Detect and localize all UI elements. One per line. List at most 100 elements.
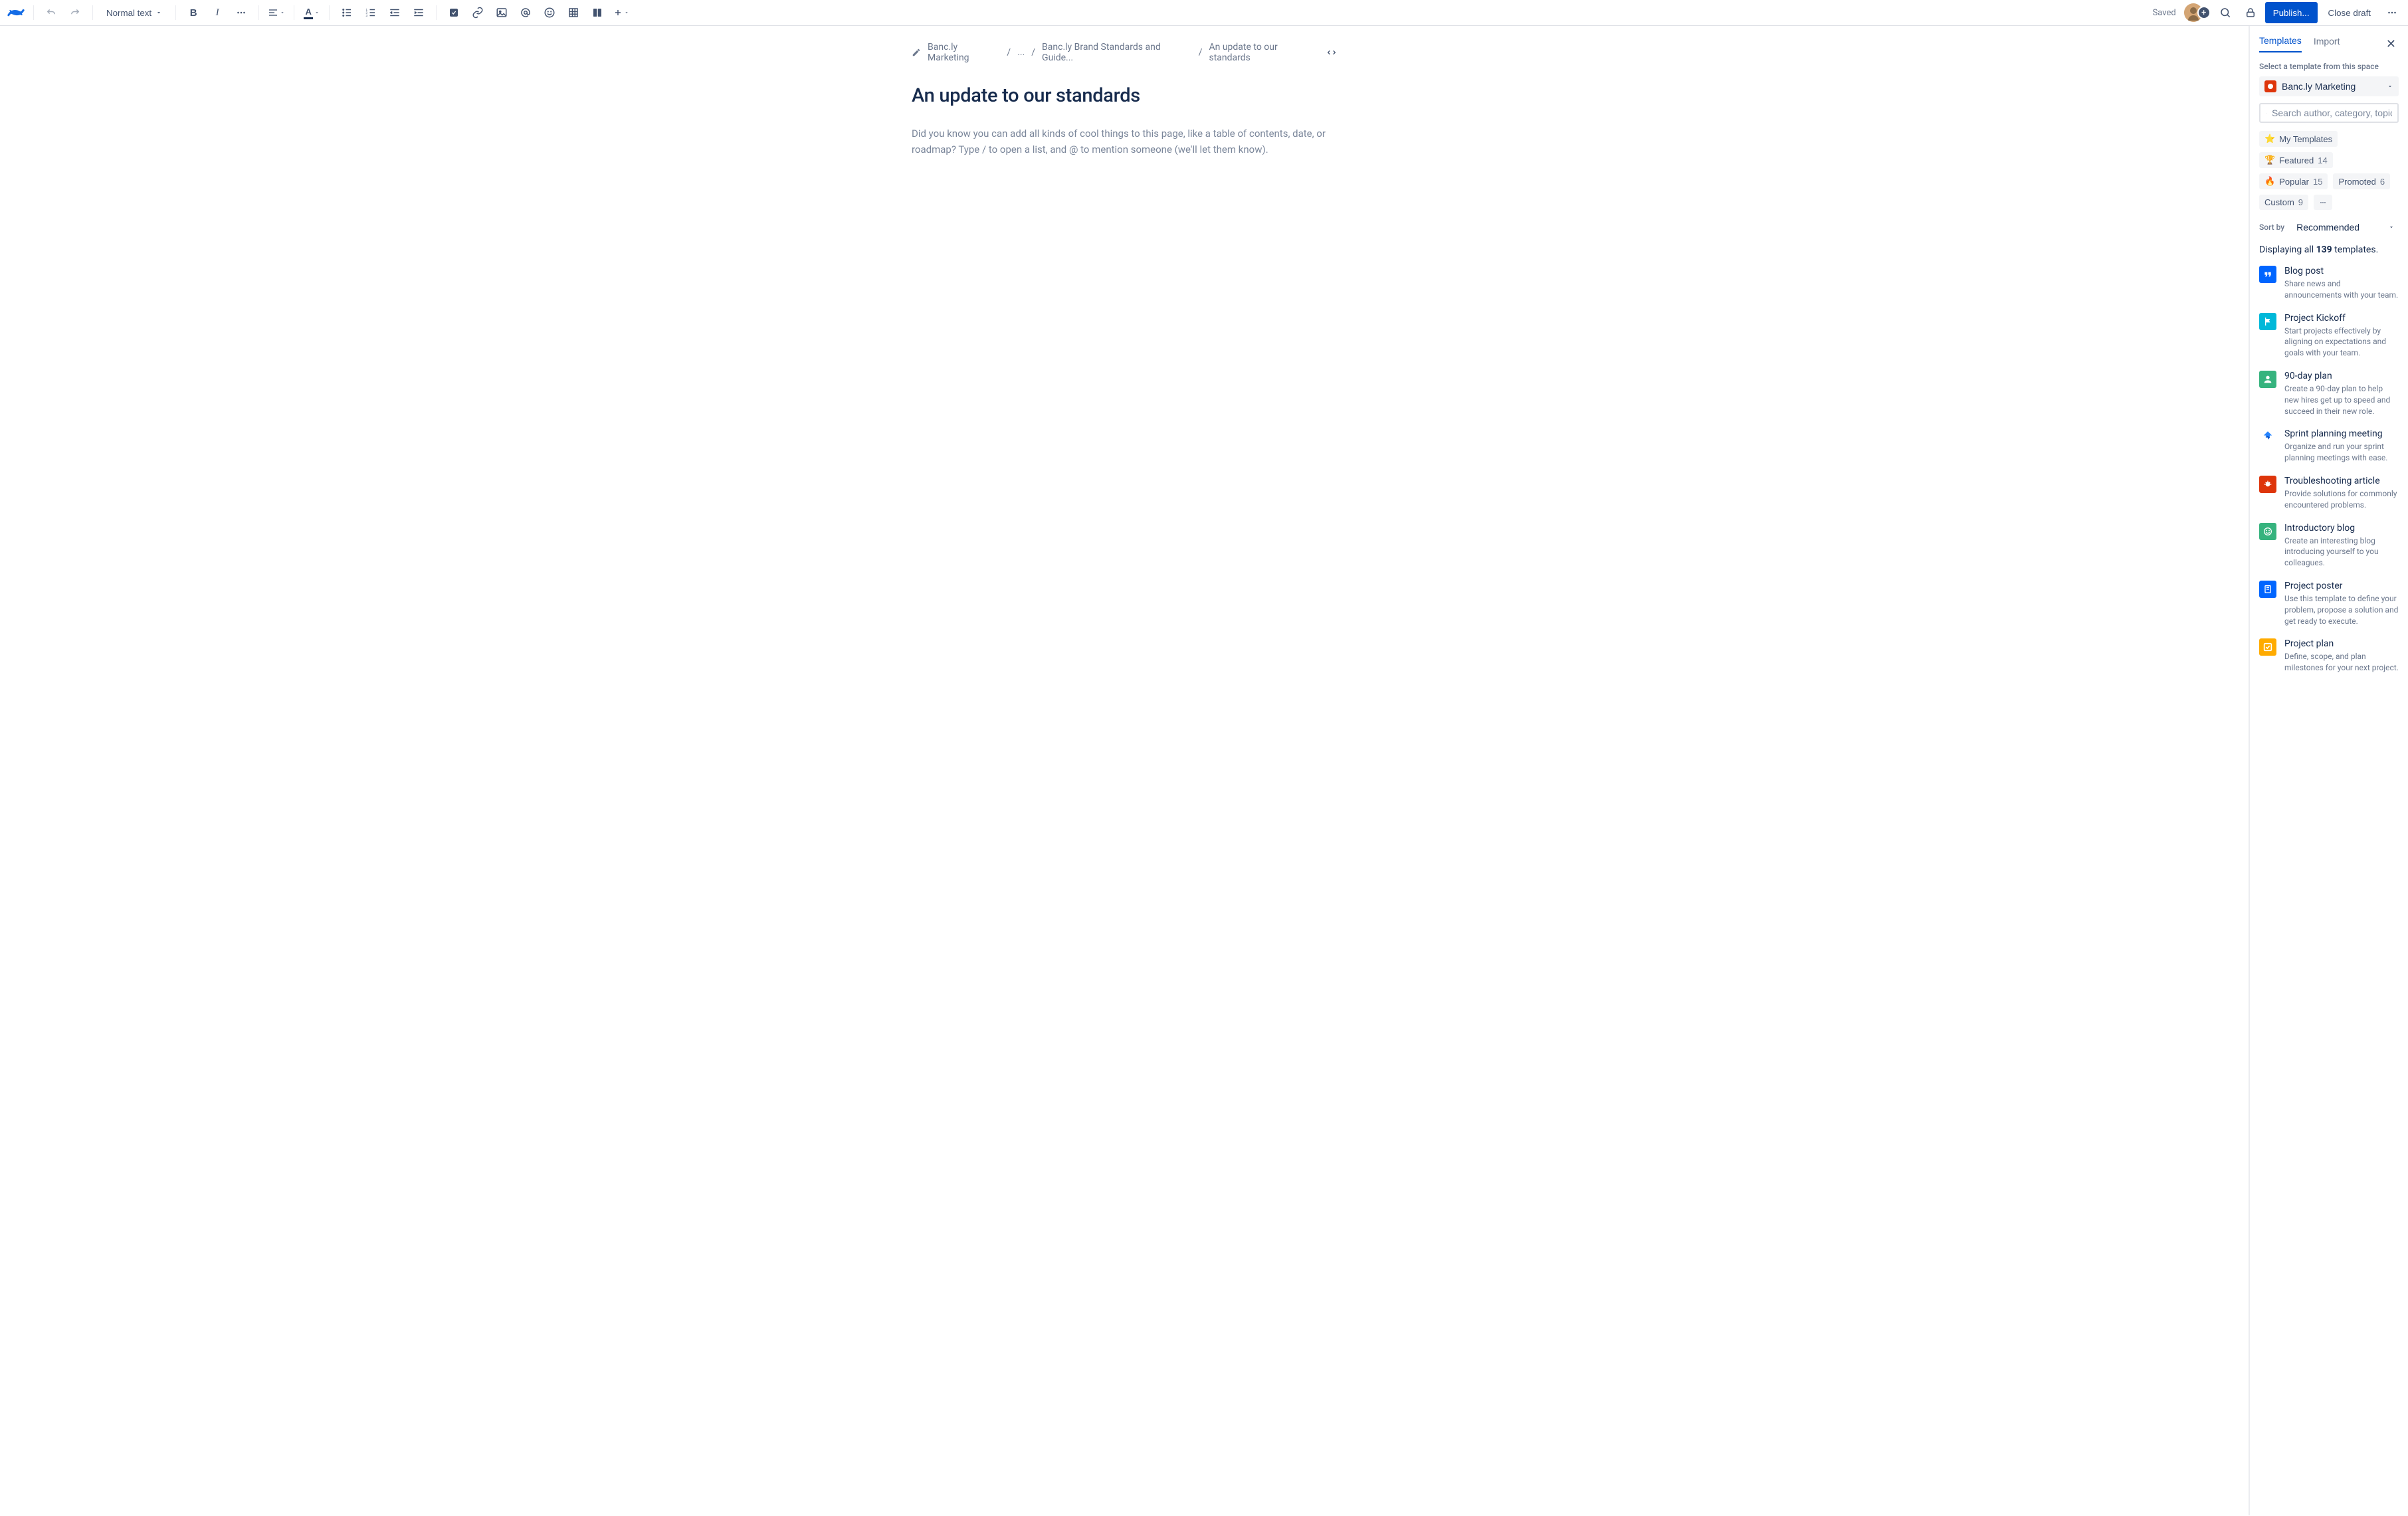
filter-chips: ⭐My Templates 🏆Featured14 🔥Popular15 Pro… <box>2259 131 2399 210</box>
mention-button[interactable] <box>515 2 536 23</box>
template-search-input[interactable] <box>2272 108 2392 118</box>
undo-button[interactable] <box>41 2 62 23</box>
template-item[interactable]: Troubleshooting article Provide solution… <box>2259 476 2399 511</box>
template-title: Troubleshooting article <box>2284 476 2399 486</box>
breadcrumb-item-1[interactable]: ... <box>1017 47 1025 58</box>
template-desc: Create an interesting blog introducing y… <box>2284 535 2399 569</box>
template-title: Project Kickoff <box>2284 313 2399 324</box>
toolbar-separator <box>175 5 176 20</box>
page-more-button[interactable] <box>2381 2 2403 23</box>
template-desc: Start projects effectively by aligning o… <box>2284 326 2399 359</box>
template-title: Introductory blog <box>2284 523 2399 533</box>
bold-button[interactable]: B <box>183 2 204 23</box>
panel-close-button[interactable]: ✕ <box>2383 36 2399 52</box>
template-icon <box>2259 638 2276 656</box>
chevron-down-icon <box>2387 83 2393 90</box>
tab-templates[interactable]: Templates <box>2259 35 2302 52</box>
content-area: Banc.ly Marketing / ... / Banc.ly Brand … <box>0 26 2408 1515</box>
svg-text:3: 3 <box>366 14 368 17</box>
text-color-button[interactable]: A <box>301 2 322 23</box>
bullet-list-button[interactable] <box>336 2 357 23</box>
space-icon <box>2264 80 2276 92</box>
space-selector[interactable]: Banc.ly Marketing <box>2259 76 2399 96</box>
image-button[interactable] <box>491 2 512 23</box>
page-width-toggle[interactable] <box>1326 47 1337 58</box>
number-list-button[interactable]: 123 <box>360 2 381 23</box>
template-title: Sprint planning meeting <box>2284 428 2399 439</box>
align-dropdown[interactable] <box>266 2 287 23</box>
breadcrumb: Banc.ly Marketing / ... / Banc.ly Brand … <box>912 42 1337 63</box>
template-desc: Provide solutions for commonly encounter… <box>2284 488 2399 511</box>
template-list: Blog post Share news and announcements w… <box>2259 266 2399 1515</box>
emoji-button[interactable] <box>539 2 560 23</box>
chip-custom[interactable]: Custom9 <box>2259 195 2308 210</box>
chip-more[interactable] <box>2314 195 2332 210</box>
edit-icon <box>912 48 921 57</box>
tab-import[interactable]: Import <box>2314 36 2340 52</box>
template-icon <box>2259 266 2276 283</box>
table-button[interactable] <box>563 2 584 23</box>
template-desc: Share news and announcements with your t… <box>2284 278 2399 301</box>
chip-promoted[interactable]: Promoted6 <box>2333 173 2390 189</box>
editor-canvas[interactable]: Banc.ly Marketing / ... / Banc.ly Brand … <box>0 26 2249 1515</box>
toolbar-right: Saved + Publish... Close draft <box>2153 2 2403 23</box>
template-icon <box>2259 581 2276 598</box>
chip-featured[interactable]: 🏆Featured14 <box>2259 152 2333 168</box>
template-title: Blog post <box>2284 266 2399 276</box>
page-title[interactable]: An update to our standards <box>912 84 1337 107</box>
toolbar-separator <box>258 5 259 20</box>
space-name: Banc.ly Marketing <box>2282 81 2356 92</box>
close-draft-button[interactable]: Close draft <box>2322 2 2377 23</box>
publish-button[interactable]: Publish... <box>2265 2 2318 23</box>
template-item[interactable]: Project Kickoff Start projects effective… <box>2259 313 2399 359</box>
template-title: Project plan <box>2284 638 2399 649</box>
template-item[interactable]: Sprint planning meeting Organize and run… <box>2259 428 2399 464</box>
outdent-button[interactable] <box>384 2 405 23</box>
template-desc: Define, scope, and plan milestones for y… <box>2284 651 2399 674</box>
templates-panel: Templates Import ✕ Select a template fro… <box>2249 26 2408 1515</box>
link-button[interactable] <box>467 2 488 23</box>
confluence-logo[interactable] <box>5 2 27 23</box>
template-desc: Create a 90-day plan to help new hires g… <box>2284 383 2399 417</box>
editor-placeholder[interactable]: Did you know you can add all kinds of co… <box>912 126 1337 157</box>
template-search[interactable] <box>2259 103 2399 123</box>
template-icon <box>2259 523 2276 540</box>
template-desc: Use this template to define your problem… <box>2284 593 2399 626</box>
layouts-button[interactable] <box>587 2 608 23</box>
template-icon <box>2259 476 2276 493</box>
redo-button[interactable] <box>64 2 86 23</box>
indent-button[interactable] <box>408 2 429 23</box>
sort-label: Sort by <box>2259 223 2284 232</box>
template-title: Project poster <box>2284 581 2399 591</box>
insert-more-button[interactable] <box>611 2 632 23</box>
template-desc: Organize and run your sprint planning me… <box>2284 441 2399 464</box>
breadcrumb-item-2[interactable]: Banc.ly Brand Standards and Guide... <box>1042 42 1192 63</box>
italic-button[interactable]: I <box>207 2 228 23</box>
displaying-count: Displaying all 139 templates. <box>2259 244 2399 255</box>
template-item[interactable]: Project poster Use this template to defi… <box>2259 581 2399 626</box>
template-icon <box>2259 371 2276 388</box>
action-item-button[interactable] <box>443 2 464 23</box>
saved-status: Saved <box>2153 8 2176 18</box>
find-button[interactable] <box>2215 2 2236 23</box>
template-item[interactable]: Blog post Share news and announcements w… <box>2259 266 2399 301</box>
toolbar-separator <box>92 5 93 20</box>
template-item[interactable]: 90-day plan Create a 90-day plan to help… <box>2259 371 2399 417</box>
add-collaborator-button[interactable]: + <box>2197 6 2211 19</box>
toolbar-separator <box>329 5 330 20</box>
template-item[interactable]: Introductory blog Create an interesting … <box>2259 523 2399 569</box>
chip-my-templates[interactable]: ⭐My Templates <box>2259 131 2338 147</box>
space-select-label: Select a template from this space <box>2259 62 2399 71</box>
text-style-dropdown[interactable]: Normal text <box>100 2 169 23</box>
chevron-down-icon <box>2388 224 2395 231</box>
template-title: 90-day plan <box>2284 371 2399 381</box>
chip-popular[interactable]: 🔥Popular15 <box>2259 173 2328 189</box>
toolbar-separator <box>33 5 34 20</box>
more-format-button[interactable] <box>231 2 252 23</box>
breadcrumb-item-3[interactable]: An update to our standards <box>1209 42 1320 63</box>
breadcrumb-item-0[interactable]: Banc.ly Marketing <box>928 42 1000 63</box>
template-item[interactable]: Project plan Define, scope, and plan mil… <box>2259 638 2399 674</box>
template-icon <box>2259 313 2276 330</box>
restrictions-button[interactable] <box>2240 2 2261 23</box>
sort-dropdown[interactable]: Recommended <box>2292 219 2399 235</box>
